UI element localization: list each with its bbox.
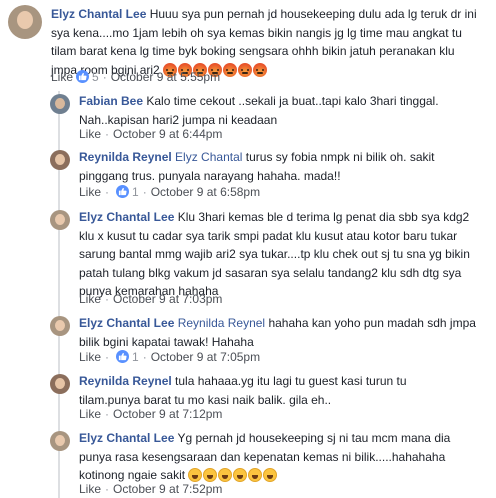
- avatar[interactable]: [50, 150, 70, 170]
- laughing-face-icon: [248, 468, 263, 482]
- thumbs-up-icon[interactable]: [76, 70, 90, 83]
- laughing-face-icon: [263, 468, 278, 482]
- comment-author[interactable]: Elyz Chantal Lee: [79, 431, 174, 445]
- timestamp[interactable]: October 9 at 6:58pm: [151, 185, 260, 199]
- reaction-count: 5: [92, 70, 99, 84]
- comment-body: Elyz Chantal Lee Klu 3hari kemas ble d t…: [79, 208, 481, 301]
- avatar[interactable]: [50, 94, 70, 114]
- comment-meta: Like · October 9 at 6:44pm: [79, 127, 223, 141]
- avatar[interactable]: [50, 374, 70, 394]
- comment-body: Reynilda Reynel tula hahaaa.yg itu lagi …: [79, 372, 469, 409]
- comment-meta: Like · October 9 at 7:12pm: [79, 407, 223, 421]
- mention-tag[interactable]: Elyz Chantal: [175, 150, 242, 164]
- comment-author[interactable]: Reynilda Reynel: [79, 150, 172, 164]
- comment-meta: Like · 1 · October 9 at 6:58pm: [79, 185, 261, 199]
- laughing-face-icon: [188, 468, 203, 482]
- mention-tag[interactable]: Reynilda Reynel: [178, 316, 265, 330]
- timestamp[interactable]: October 9 at 7:52pm: [113, 482, 222, 496]
- comment-body: Elyz Chantal Lee Huuu sya pun pernah jd …: [51, 5, 481, 79]
- emoji-row: [188, 468, 278, 482]
- like-link[interactable]: Like: [79, 482, 101, 496]
- thumbs-up-icon[interactable]: [116, 185, 130, 198]
- avatar[interactable]: [50, 316, 70, 336]
- thumbs-up-icon[interactable]: [116, 350, 130, 363]
- comment-body: Elyz Chantal Lee Reynilda Reynel hahaha …: [79, 314, 479, 351]
- timestamp[interactable]: October 9 at 6:44pm: [113, 127, 222, 141]
- comment-author[interactable]: Reynilda Reynel: [79, 374, 172, 388]
- angry-face-icon: [223, 62, 238, 77]
- timestamp[interactable]: October 9 at 7:05pm: [151, 350, 260, 364]
- comment-body: Reynilda Reynel Elyz Chantal turus sy fo…: [79, 148, 479, 185]
- comment-author[interactable]: Elyz Chantal Lee: [51, 7, 146, 21]
- angry-face-icon: [238, 62, 253, 77]
- laughing-face-icon: [233, 468, 248, 482]
- comment-author[interactable]: Fabian Bee: [79, 94, 143, 108]
- comment-meta: Like · October 9 at 7:52pm: [79, 482, 223, 496]
- comment-author[interactable]: Elyz Chantal Lee: [79, 316, 174, 330]
- comment-body: Elyz Chantal Lee Yg pernah jd housekeepi…: [79, 429, 481, 485]
- like-link[interactable]: Like: [79, 127, 101, 141]
- like-link[interactable]: Like: [51, 70, 73, 84]
- timestamp[interactable]: October 9 at 7:12pm: [113, 407, 222, 421]
- avatar[interactable]: [50, 431, 70, 451]
- comment-meta: Like · October 9 at 7:03pm: [79, 292, 223, 306]
- timestamp[interactable]: October 9 at 7:03pm: [113, 292, 222, 306]
- like-link[interactable]: Like: [79, 292, 101, 306]
- comment-meta: Like · 1 · October 9 at 7:05pm: [79, 350, 261, 364]
- comment-body: Fabian Bee Kalo time cekout ..sekali ja …: [79, 92, 479, 129]
- angry-face-icon: [253, 62, 268, 77]
- reaction-count: 1: [132, 185, 139, 199]
- like-link[interactable]: Like: [79, 185, 101, 199]
- like-link[interactable]: Like: [79, 350, 101, 364]
- avatar[interactable]: [50, 210, 70, 230]
- timestamp[interactable]: October 9 at 5:55pm: [111, 70, 220, 84]
- avatar[interactable]: [8, 5, 42, 39]
- laughing-face-icon: [218, 468, 233, 482]
- like-link[interactable]: Like: [79, 407, 101, 421]
- comment-meta: Like 5 · October 9 at 5:55pm: [51, 70, 221, 84]
- laughing-face-icon: [203, 468, 218, 482]
- comment-author[interactable]: Elyz Chantal Lee: [79, 210, 174, 224]
- reaction-count: 1: [132, 350, 139, 364]
